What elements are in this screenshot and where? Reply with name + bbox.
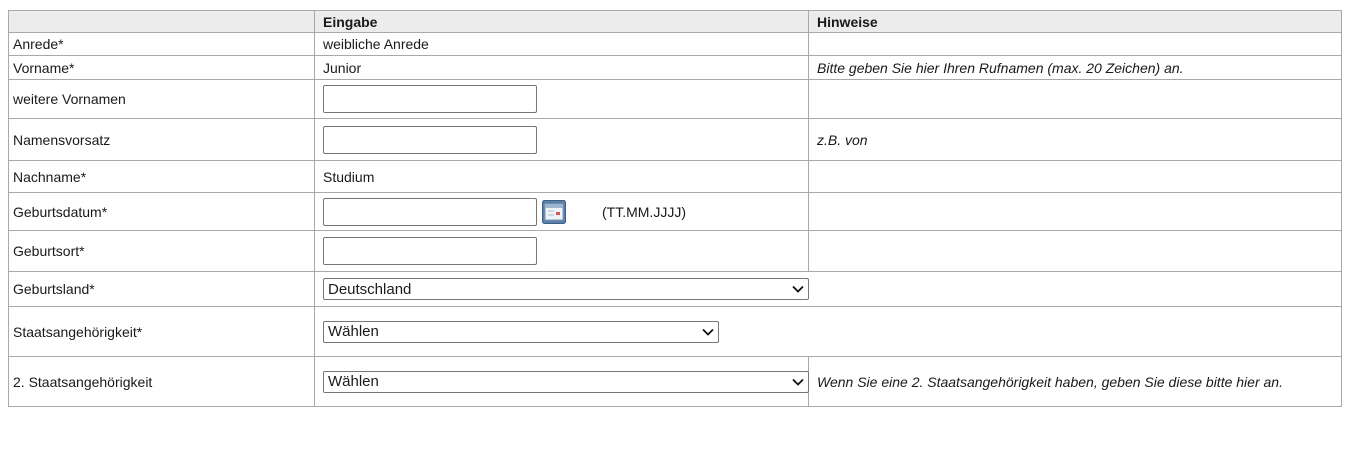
vorname-label: Vorname* [8,55,315,80]
vorname-value: Junior [314,55,809,80]
row-geburtsort: Geburtsort* [8,230,1342,272]
staatsangehoerigkeit-label: Staatsangehörigkeit* [8,306,315,357]
nachname-value: Studium [314,160,809,193]
row-geburtsdatum: Geburtsdatum* (TT.MM.JJJJ) [8,192,1342,231]
geburtsort-input[interactable] [323,237,537,265]
staatsangehoerigkeit2-label: 2. Staatsangehörigkeit [8,356,315,407]
anrede-label: Anrede* [8,32,315,56]
staatsangehoerigkeit2-hint: Wenn Sie eine 2. Staatsangehörigkeit hab… [808,356,1342,407]
anrede-hint [808,32,1342,56]
row-weitere-vornamen: weitere Vornamen [8,79,1342,119]
namensvorsatz-hint: z.B. von [808,118,1342,161]
chevron-down-icon [792,285,804,293]
staatsangehoerigkeit2-selected: Wählen [328,373,379,390]
personal-data-form: Eingabe Hinweise Anrede* weibliche Anred… [8,10,1342,407]
staatsangehoerigkeit-select[interactable]: Wählen [323,320,719,343]
row-geburtsland: Geburtsland* Deutschland [8,271,1342,307]
namensvorsatz-label: Namensvorsatz [8,118,315,161]
nachname-label: Nachname* [8,160,315,193]
row-staatsangehoerigkeit-2: 2. Staatsangehörigkeit Wählen Wenn Sie e… [8,356,1342,407]
geburtsdatum-label: Geburtsdatum* [8,192,315,231]
row-namensvorsatz: Namensvorsatz z.B. von [8,118,1342,161]
header-input: Eingabe [314,10,809,33]
staatsangehoerigkeit2-select[interactable]: Wählen [323,370,809,393]
staatsangehoerigkeit-selected: Wählen [328,323,379,340]
row-nachname: Nachname* Studium [8,160,1342,193]
calendar-icon[interactable] [542,199,566,224]
anrede-value: weibliche Anrede [314,32,809,56]
header-hints: Hinweise [808,10,1342,33]
date-format-hint: (TT.MM.JJJJ) [602,203,686,220]
chevron-down-icon [792,378,804,386]
row-staatsangehoerigkeit: Staatsangehörigkeit* Wählen [8,306,1342,357]
namensvorsatz-input[interactable] [323,125,537,154]
weitere-vornamen-input[interactable] [323,85,537,113]
chevron-down-icon [702,328,714,336]
row-anrede: Anrede* weibliche Anrede [8,32,1342,56]
header-label [8,10,315,33]
geburtsdatum-input[interactable] [323,197,537,226]
geburtsort-label: Geburtsort* [8,230,315,272]
weitere-vornamen-label: weitere Vornamen [8,79,315,119]
geburtsland-label: Geburtsland* [8,271,315,307]
row-vorname: Vorname* Junior Bitte geben Sie hier Ihr… [8,55,1342,80]
vorname-hint: Bitte geben Sie hier Ihren Rufnamen (max… [808,55,1342,80]
geburtsland-selected: Deutschland [328,280,412,298]
header-row: Eingabe Hinweise [8,10,1342,33]
geburtsland-select[interactable]: Deutschland [323,278,809,300]
